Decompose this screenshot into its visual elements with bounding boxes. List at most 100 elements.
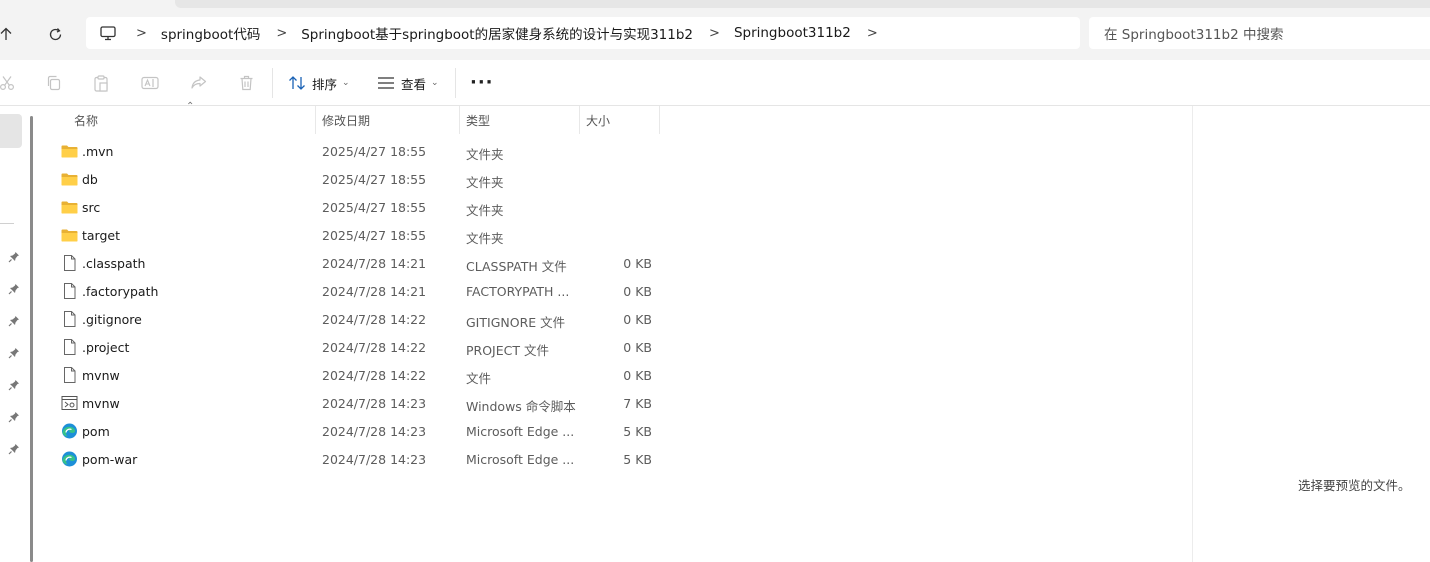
more-options-icon[interactable]: ···	[470, 72, 494, 93]
file-row[interactable]: .classpath 2024/7/28 14:21 CLASSPATH 文件 0 K…	[55, 249, 665, 277]
file-icon	[61, 367, 78, 383]
nav-divider	[0, 223, 14, 224]
navigation-pane	[0, 106, 34, 562]
toolbar-divider	[455, 68, 456, 98]
file-icon	[61, 255, 78, 271]
sort-icon	[289, 76, 305, 90]
cut-icon[interactable]	[0, 72, 18, 94]
monitor-icon[interactable]	[98, 23, 118, 43]
delete-icon[interactable]	[235, 72, 257, 94]
breadcrumb-item-current[interactable]: Springboot311b2	[734, 25, 851, 41]
file-name[interactable]: .mvn	[82, 144, 113, 159]
breadcrumb[interactable]: > springboot代码 > Springboot基于springboot的…	[86, 17, 1080, 49]
pin-icon[interactable]	[8, 443, 20, 455]
file-row[interactable]: pom-war 2024/7/28 14:23 Microsoft Edge ...…	[55, 445, 665, 473]
file-row[interactable]: .mvn 2025/4/27 18:55 文件夹	[55, 137, 665, 165]
file-type: 文件夹	[466, 203, 504, 218]
file-name[interactable]: .classpath	[82, 256, 145, 271]
file-row[interactable]: .project 2024/7/28 14:22 PROJECT 文件 0 KB	[55, 333, 665, 361]
file-type: 文件夹	[466, 231, 504, 246]
file-date: 2024/7/28 14:22	[322, 312, 427, 327]
file-row[interactable]: .factorypath 2024/7/28 14:21 FACTORYPATH .…	[55, 277, 665, 305]
sort-button[interactable]: 排序 ⌄	[288, 73, 350, 93]
file-type: Microsoft Edge ...	[466, 424, 575, 439]
file-icon	[61, 283, 78, 299]
pin-icon[interactable]	[8, 251, 20, 263]
file-size: 0 KB	[623, 312, 652, 327]
file-row[interactable]: db 2025/4/27 18:55 文件夹	[55, 165, 665, 193]
file-name[interactable]: db	[82, 172, 98, 187]
column-header-date[interactable]: 修改日期	[316, 106, 460, 134]
file-date: 2025/4/27 18:55	[322, 228, 427, 243]
file-name[interactable]: .factorypath	[82, 284, 158, 299]
sort-label: 排序	[312, 76, 338, 92]
file-type: Microsoft Edge ...	[466, 452, 575, 467]
view-button[interactable]: 查看 ⌄	[377, 73, 439, 93]
file-row[interactable]: .gitignore 2024/7/28 14:22 GITIGNORE 文件 0 K…	[55, 305, 665, 333]
nav-scrollbar[interactable]	[30, 116, 33, 562]
rename-icon[interactable]	[139, 72, 161, 94]
file-name[interactable]: mvnw	[82, 396, 120, 411]
tab-strip-edge	[175, 0, 1430, 8]
share-icon[interactable]	[187, 72, 209, 94]
chevron-right-icon[interactable]: >	[867, 26, 878, 41]
file-date: 2024/7/28 14:21	[322, 284, 427, 299]
file-size: 5 KB	[623, 424, 652, 439]
breadcrumb-item[interactable]: Springboot基于springboot的居家健身系统的设计与实现311b2	[301, 23, 693, 43]
chevron-right-icon[interactable]: >	[276, 26, 287, 41]
refresh-icon[interactable]	[43, 22, 67, 46]
pin-icon[interactable]	[8, 411, 20, 423]
file-date: 2025/4/27 18:55	[322, 144, 427, 159]
folder-icon	[61, 227, 78, 243]
up-arrow-icon[interactable]	[0, 22, 18, 46]
breadcrumb-item[interactable]: springboot代码	[161, 23, 260, 43]
file-name[interactable]: .gitignore	[82, 312, 142, 327]
preview-pane-divider[interactable]	[1192, 106, 1193, 562]
file-type: FACTORYPATH ...	[466, 284, 570, 299]
file-size: 0 KB	[623, 340, 652, 355]
preview-message: 选择要预览的文件。	[1298, 478, 1411, 493]
copy-icon[interactable]	[43, 72, 65, 94]
column-header-size[interactable]: 大小	[580, 106, 660, 134]
file-date: 2024/7/28 14:23	[322, 424, 427, 439]
file-name[interactable]: .project	[82, 340, 129, 355]
file-date: 2024/7/28 14:22	[322, 368, 427, 383]
file-name[interactable]: pom	[82, 424, 110, 439]
file-row[interactable]: pom 2024/7/28 14:23 Microsoft Edge ... 5 KB	[55, 417, 665, 445]
file-date: 2024/7/28 14:22	[322, 340, 427, 355]
file-date: 2025/4/27 18:55	[322, 200, 427, 215]
file-size: 0 KB	[623, 256, 652, 271]
view-label: 查看	[401, 76, 427, 92]
edge-icon	[61, 451, 78, 467]
file-type: 文件夹	[466, 147, 504, 162]
file-icon	[61, 339, 78, 355]
file-name[interactable]: mvnw	[82, 368, 120, 383]
paste-icon[interactable]	[90, 72, 112, 94]
file-date: 2024/7/28 14:23	[322, 396, 427, 411]
view-list-icon	[378, 77, 394, 89]
file-name[interactable]: pom-war	[82, 452, 137, 467]
chevron-right-icon[interactable]: >	[136, 26, 147, 41]
file-row[interactable]: mvnw 2024/7/28 14:22 文件 0 KB	[55, 361, 665, 389]
column-header-type[interactable]: 类型	[460, 106, 580, 134]
file-date: 2025/4/27 18:55	[322, 172, 427, 187]
edge-icon	[61, 423, 78, 439]
pin-icon[interactable]	[8, 283, 20, 295]
chevron-right-icon[interactable]: >	[709, 26, 720, 41]
file-type: Windows 命令脚本	[466, 399, 576, 414]
file-type: PROJECT 文件	[466, 343, 549, 358]
column-header-name[interactable]: 名称	[68, 106, 316, 134]
toolbar-divider	[272, 68, 273, 98]
pin-icon[interactable]	[8, 347, 20, 359]
pin-icon[interactable]	[8, 315, 20, 327]
pin-icon[interactable]	[8, 379, 20, 391]
search-input[interactable]: 在 Springboot311b2 中搜索	[1089, 17, 1430, 49]
file-row[interactable]: mvnw 2024/7/28 14:23 Windows 命令脚本 7 KB	[55, 389, 665, 417]
file-name[interactable]: src	[82, 200, 100, 215]
command-bar: 排序 ⌄ 查看 ⌄	[0, 60, 1430, 106]
file-name[interactable]: target	[82, 228, 120, 243]
file-row[interactable]: src 2025/4/27 18:55 文件夹	[55, 193, 665, 221]
file-size: 0 KB	[623, 284, 652, 299]
file-row[interactable]: target 2025/4/27 18:55 文件夹	[55, 221, 665, 249]
nav-item-selected[interactable]	[0, 114, 22, 148]
